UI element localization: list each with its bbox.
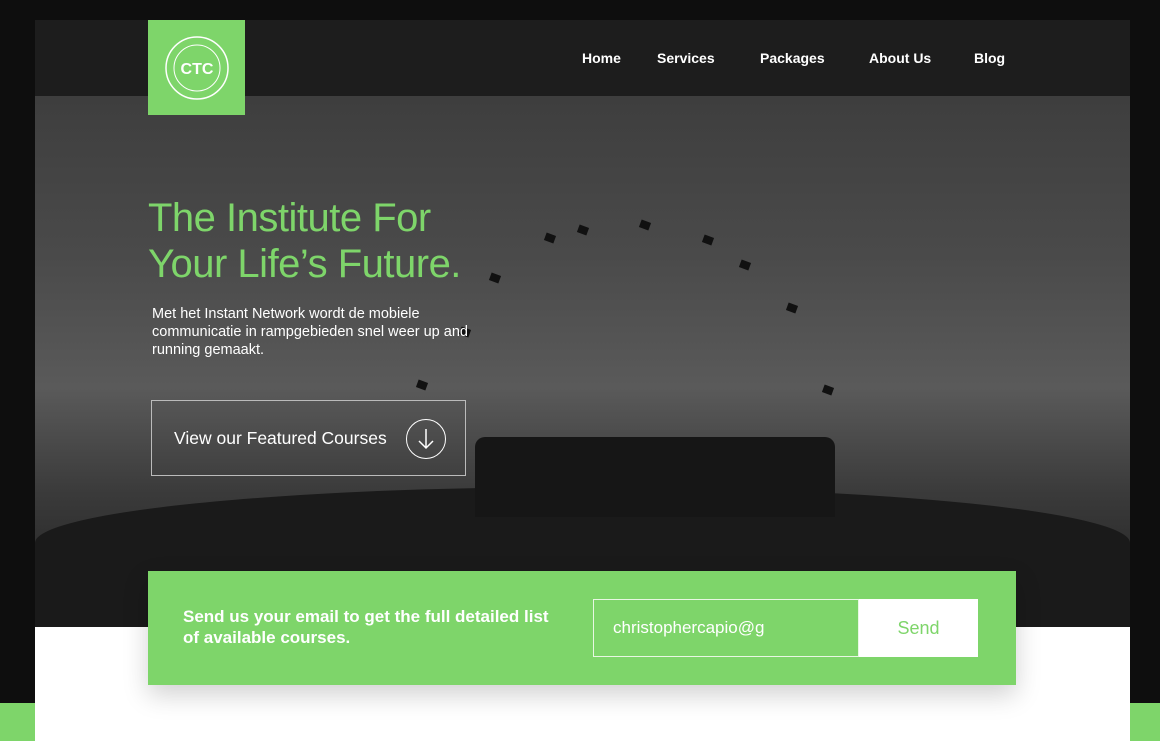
nav-packages[interactable]: Packages [760, 50, 825, 66]
hero-description: Met het Instant Network wordt de mobiele… [152, 306, 468, 358]
svg-text:CTC: CTC [180, 61, 213, 78]
graduates-silhouette [475, 437, 835, 517]
featured-courses-label: View our Featured Courses [174, 427, 387, 448]
subscribe-text: Send us your email to get the full detai… [183, 607, 549, 647]
hero-title-line1: The Institute For [148, 196, 431, 240]
nav-services[interactable]: Services [657, 50, 715, 66]
nav-blog[interactable]: Blog [974, 50, 1005, 66]
hero-image [35, 96, 1130, 627]
hero-title-line2: Your Life’s Future. [148, 242, 461, 286]
logo-emblem-icon: CTC [164, 35, 229, 100]
featured-courses-button[interactable]: View our Featured Courses [151, 400, 466, 476]
hero-title: The Institute For Your Life’s Future. [148, 195, 461, 287]
nav-home[interactable]: Home [582, 50, 621, 66]
edge-accent-left [0, 703, 35, 741]
arrow-down-icon [406, 419, 446, 459]
edge-accent-right [1130, 703, 1160, 741]
nav-about-us[interactable]: About Us [869, 50, 931, 66]
send-button[interactable]: Send [859, 599, 978, 657]
subscribe-panel: Send us your email to get the full detai… [148, 571, 1016, 685]
logo[interactable]: CTC [148, 20, 245, 115]
email-input[interactable] [593, 599, 859, 657]
